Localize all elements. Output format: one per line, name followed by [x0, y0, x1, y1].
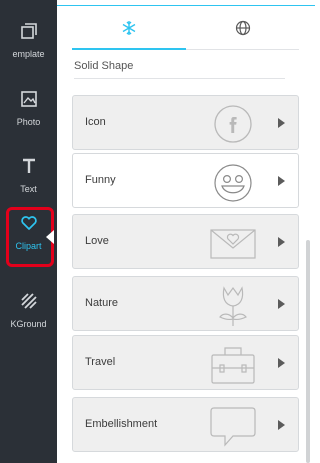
- template-icon: [0, 22, 57, 44]
- panel-scrollbar[interactable]: [306, 240, 310, 463]
- facebook-circle-icon: [207, 103, 259, 145]
- tab-divider: [186, 49, 299, 50]
- globe-icon: [235, 20, 251, 41]
- panel-tabs: [72, 6, 299, 52]
- solid-shape-category[interactable]: Solid Shape: [74, 60, 133, 72]
- category-label: Icon: [85, 116, 106, 128]
- smiley-face-icon: [207, 161, 259, 203]
- sidebar-item-template[interactable]: emplate: [0, 16, 57, 74]
- category-card-love[interactable]: Love: [72, 214, 299, 269]
- sidebar-item-background[interactable]: KGround: [0, 286, 57, 344]
- chevron-right-icon: [278, 176, 285, 186]
- active-item-pointer: [46, 230, 54, 244]
- sidebar-item-label: Text: [20, 184, 37, 194]
- text-icon: [0, 157, 57, 179]
- suitcase-icon: [207, 343, 259, 385]
- tulip-icon: [207, 284, 259, 326]
- active-tab-indicator: [72, 48, 186, 50]
- chevron-right-icon: [278, 118, 285, 128]
- photo-icon: [0, 90, 57, 112]
- tab-web-clipart[interactable]: [188, 16, 298, 44]
- speech-bubble-icon: [207, 405, 259, 447]
- snowflake-icon: [121, 20, 137, 41]
- clipart-panel: Solid Shape Icon Funny Love Nature Trave…: [57, 6, 315, 463]
- sidebar-item-photo[interactable]: Photo: [0, 84, 57, 142]
- category-label: Embellishment: [85, 418, 158, 430]
- divider: [74, 78, 285, 79]
- chevron-right-icon: [278, 420, 285, 430]
- category-label: Nature: [85, 297, 119, 309]
- sidebar-item-label: KGround: [10, 319, 47, 329]
- chevron-right-icon: [278, 237, 285, 247]
- chevron-right-icon: [278, 299, 285, 309]
- sidebar-item-label: Photo: [16, 117, 41, 127]
- category-card-embellishment[interactable]: Embellishment: [72, 397, 299, 452]
- chevron-right-icon: [278, 358, 285, 368]
- category-label: Love: [85, 235, 109, 247]
- category-label: Funny: [85, 174, 116, 186]
- tab-clipart-category[interactable]: [74, 16, 184, 44]
- category-card-travel[interactable]: Travel: [72, 335, 299, 390]
- category-card-funny[interactable]: Funny: [72, 153, 299, 208]
- category-label: Travel: [85, 356, 116, 368]
- heart-envelope-icon: [207, 222, 259, 264]
- category-card-nature[interactable]: Nature: [72, 276, 299, 331]
- category-card-icon[interactable]: Icon: [72, 95, 299, 150]
- sidebar-item-text[interactable]: Text: [0, 151, 57, 209]
- sidebar-item-label: emplate: [12, 49, 45, 59]
- background-icon: [0, 292, 57, 314]
